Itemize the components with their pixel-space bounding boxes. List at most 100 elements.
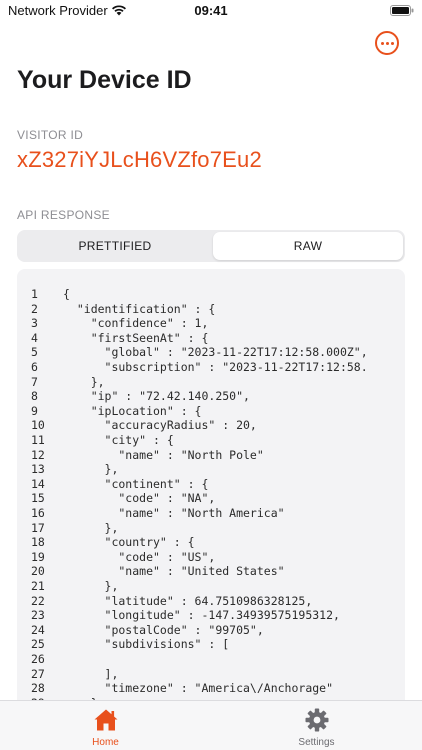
line-number: 5 xyxy=(31,345,38,360)
line-number: 20 xyxy=(31,564,45,579)
line-text: "identification" : { xyxy=(63,301,216,316)
visitor-id-value: xZ327iYJLcH6VZfo7Eu2 xyxy=(17,147,262,172)
more-dots-icon xyxy=(381,42,384,45)
code-line: 23 "longitude" : -147.34939575195312, xyxy=(17,608,405,623)
page-title: Your Device ID xyxy=(17,66,192,94)
line-text: ], xyxy=(63,666,119,681)
code-line: 27 ], xyxy=(17,667,405,682)
gear-icon xyxy=(305,708,328,732)
tab-settings-label: Settings xyxy=(298,737,335,748)
line-number: 18 xyxy=(31,535,45,550)
prettified-tab[interactable]: PRETTIFIED xyxy=(19,232,211,260)
line-number: 23 xyxy=(31,608,45,623)
line-text: "code" : "NA", xyxy=(63,491,216,506)
line-text: "country" : { xyxy=(63,535,195,550)
line-text: }, xyxy=(63,374,105,389)
line-text: "code" : "US", xyxy=(63,549,216,564)
line-number: 13 xyxy=(31,462,45,477)
code-line: 26 xyxy=(17,652,405,667)
line-number: 27 xyxy=(31,666,45,681)
tab-home[interactable]: Home xyxy=(0,701,211,750)
line-text: "longitude" : -147.34939575195312, xyxy=(63,608,340,623)
line-text: }, xyxy=(63,520,119,535)
line-number: 22 xyxy=(31,593,45,608)
code-line: 22 "latitude" : 64.7510986328125, xyxy=(17,594,405,609)
code-line: 18 "country" : { xyxy=(17,535,405,550)
more-dot xyxy=(386,42,389,45)
code-line: 13 }, xyxy=(17,462,405,477)
line-text: "continent" : { xyxy=(63,476,209,491)
line-text: "city" : { xyxy=(63,433,174,447)
line-number: 9 xyxy=(31,403,38,418)
battery-icon xyxy=(390,5,414,16)
tab-settings[interactable]: Settings xyxy=(211,701,422,750)
line-number: 17 xyxy=(31,520,45,535)
code-line: 25 "subdivisions" : [ xyxy=(17,637,405,652)
line-text: }, xyxy=(63,462,119,477)
code-line: 15 "code" : "NA", xyxy=(17,491,405,506)
visitor-id-label: VISITOR ID xyxy=(17,128,84,142)
line-number: 24 xyxy=(31,622,45,637)
line-number: 8 xyxy=(31,389,38,404)
api-response-label: API RESPONSE xyxy=(17,208,110,222)
line-text: "ip" : "72.42.140.250", xyxy=(63,389,250,404)
line-number: 6 xyxy=(31,360,38,374)
status-bar: Network Provider 09:41 xyxy=(0,0,422,22)
code-line: 10 "accuracyRadius" : 20, xyxy=(17,418,405,433)
line-number: 15 xyxy=(31,491,45,506)
line-text: { xyxy=(63,287,70,301)
line-text: "accuracyRadius" : 20, xyxy=(63,418,257,433)
code-line: 7 }, xyxy=(17,375,405,390)
code-line: 1{ xyxy=(17,287,405,302)
line-number: 2 xyxy=(31,301,38,316)
line-number: 28 xyxy=(31,681,45,696)
line-number: 7 xyxy=(31,374,38,389)
clock: 09:41 xyxy=(194,3,228,18)
code-line: 2 "identification" : { xyxy=(17,302,405,317)
tab-home-label: Home xyxy=(92,737,119,748)
home-icon xyxy=(94,709,117,731)
line-number: 21 xyxy=(31,579,45,593)
code-line: 4 "firstSeenAt" : { xyxy=(17,331,405,346)
code-line: 28 "timezone" : "America\/Anchorage" xyxy=(17,681,405,696)
line-number: 4 xyxy=(31,330,38,345)
code-line: 5 "global" : "2023-11-22T17:12:58.000Z", xyxy=(17,345,405,360)
more-options-button[interactable] xyxy=(375,31,399,55)
line-number: 14 xyxy=(31,476,45,491)
code-line: 16 "name" : "North America" xyxy=(17,506,405,521)
line-number: 10 xyxy=(31,418,45,433)
code-line: 19 "code" : "US", xyxy=(17,550,405,565)
code-line: 12 "name" : "North Pole" xyxy=(17,448,405,463)
api-response-code[interactable]: 1{2 "identification" : {3 "confidence" :… xyxy=(17,269,405,709)
line-text: "latitude" : 64.7510986328125, xyxy=(63,593,313,608)
code-line: 11 "city" : { xyxy=(17,433,405,448)
line-number: 26 xyxy=(31,652,45,666)
line-number: 3 xyxy=(31,316,38,331)
line-number: 1 xyxy=(31,287,38,301)
line-text: "firstSeenAt" : { xyxy=(63,330,209,345)
line-number: 12 xyxy=(31,447,45,462)
code-line: 8 "ip" : "72.42.140.250", xyxy=(17,389,405,404)
line-number: 11 xyxy=(31,433,45,447)
code-line: 9 "ipLocation" : { xyxy=(17,404,405,419)
code-line: 17 }, xyxy=(17,521,405,536)
line-text: "ipLocation" : { xyxy=(63,403,202,418)
line-number: 16 xyxy=(31,506,45,520)
line-text: }, xyxy=(63,579,119,593)
line-text: "timezone" : "America\/Anchorage" xyxy=(63,681,334,696)
response-format-segmented-control: PRETTIFIED RAW xyxy=(17,230,405,262)
line-number: 25 xyxy=(31,637,45,652)
raw-tab[interactable]: RAW xyxy=(213,232,403,260)
code-line: 20 "name" : "United States" xyxy=(17,564,405,579)
line-text: "subscription" : "2023-11-22T17:12:58. xyxy=(63,360,368,374)
line-text: "subdivisions" : [ xyxy=(63,637,230,652)
code-line: 21 }, xyxy=(17,579,405,594)
code-line: 14 "continent" : { xyxy=(17,477,405,492)
line-text: "global" : "2023-11-22T17:12:58.000Z", xyxy=(63,345,368,360)
line-text: "name" : "United States" xyxy=(63,564,285,579)
code-line: 3 "confidence" : 1, xyxy=(17,316,405,331)
code-line: 6 "subscription" : "2023-11-22T17:12:58. xyxy=(17,360,405,375)
line-text: "postalCode" : "99705", xyxy=(63,622,264,637)
line-text: "name" : "North Pole" xyxy=(63,447,264,462)
line-number: 19 xyxy=(31,549,45,564)
